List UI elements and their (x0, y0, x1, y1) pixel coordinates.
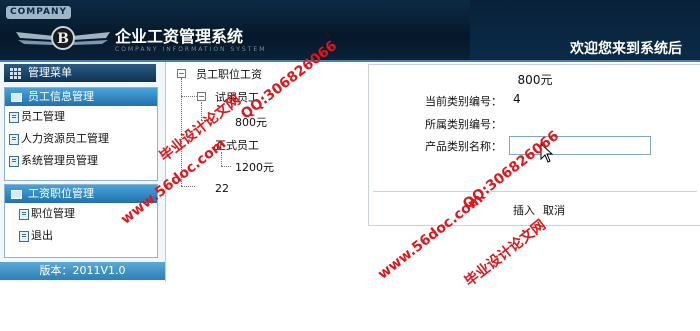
tree-leaf-1200[interactable]: 1200元 (235, 159, 274, 175)
cancel-button[interactable]: 取消 (543, 202, 565, 218)
tree-node-22[interactable]: 22 (215, 182, 229, 195)
page-icon (19, 230, 29, 242)
panel-employee-info: 员工信息管理 员工管理 人力资源员工管理 系统管理员管理 (4, 87, 158, 181)
current-category-label: 当前类别编号： (425, 95, 502, 108)
system-title-en: COMPANY INFORMATION SYSTEM (115, 46, 267, 53)
current-category-value: 4 (513, 92, 521, 106)
company-badge: COMPANY (6, 6, 71, 19)
tree-line (181, 186, 195, 187)
tree-line (221, 166, 231, 167)
page-icon (9, 133, 19, 145)
welcome-text: 欢迎您来到系统后 (570, 41, 682, 57)
collapse-icon[interactable]: − (177, 69, 186, 78)
menu-grid-icon (10, 68, 21, 79)
form-divider (373, 191, 697, 192)
page-icon (9, 111, 19, 123)
folder-icon (11, 189, 22, 199)
watermark-text: 毕业设计论文网 (461, 217, 549, 290)
app-header: COMPANY B 企业工资管理系统 COMPANY INFORMATION S… (0, 0, 700, 62)
sidebar-item-hr-employee-management[interactable]: 人力资源员工管理 (5, 128, 157, 150)
panel-title-salary-position[interactable]: 工资职位管理 (5, 185, 157, 203)
bentley-logo-icon: B (16, 26, 110, 50)
collapse-icon[interactable]: − (197, 92, 206, 101)
folder-icon (11, 92, 22, 102)
page-icon (19, 208, 29, 220)
system-title: 企业工资管理系统 (115, 27, 244, 46)
sidebar-item-logout[interactable]: 退出 (5, 225, 157, 247)
menu-header: 管理菜单 (4, 64, 156, 82)
tree-line (181, 96, 197, 97)
page-icon (9, 155, 19, 167)
menu-title: 管理菜单 (28, 66, 72, 79)
sidebar-item-system-admin-management[interactable]: 系统管理员管理 (5, 150, 157, 172)
insert-button[interactable]: 插入 (513, 202, 535, 218)
tree-root[interactable]: 员工职位工资 (196, 66, 262, 82)
sidebar-item-employee-management[interactable]: 员工管理 (5, 106, 157, 128)
sidebar: 管理菜单 员工信息管理 员工管理 人力资源员工管理 系统管理员管理 工资职位管理… (0, 62, 166, 282)
product-name-label: 产品类别名称： (425, 140, 502, 153)
version-bar: 版本：2011V1.0 (0, 262, 165, 280)
panel-title-employee-info[interactable]: 员工信息管理 (5, 88, 157, 106)
parent-category-label: 所属类别编号： (425, 118, 502, 131)
form-title: 800元 (517, 73, 553, 87)
svg-text:B: B (57, 31, 69, 47)
